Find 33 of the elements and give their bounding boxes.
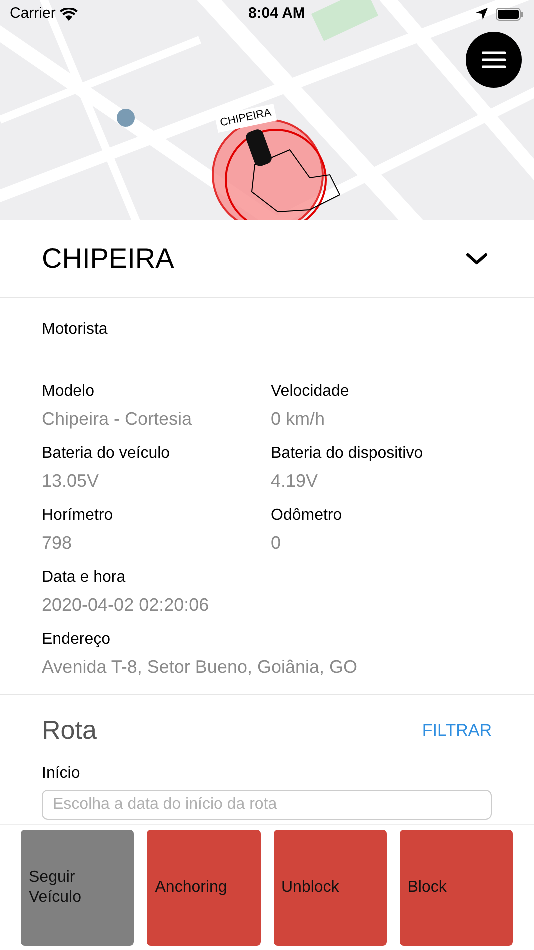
- clock-label: 8:04 AM: [248, 4, 306, 24]
- field-label: Bateria do dispositivo: [271, 444, 424, 464]
- field-label: Data e hora: [42, 568, 127, 588]
- field-label: Velocidade: [271, 382, 350, 402]
- field-value: 13.05V: [42, 470, 100, 493]
- field-label: Modelo: [42, 382, 96, 402]
- action-button[interactable]: Anchoring: [147, 830, 260, 946]
- route-title: Rota: [42, 714, 97, 747]
- field-label: Endereço: [42, 630, 112, 650]
- driver-label: Motorista: [42, 320, 109, 340]
- action-button[interactable]: Block: [400, 830, 513, 946]
- field-value: 0 km/h: [271, 408, 326, 431]
- field-value: 0: [271, 532, 282, 555]
- start-date-field[interactable]: Escolha a data do início da rota: [42, 790, 492, 820]
- field-label: Horímetro: [42, 506, 114, 526]
- field-label: Bateria do veículo: [42, 444, 172, 464]
- menu-icon: [482, 51, 506, 69]
- battery-icon: [496, 8, 524, 20]
- filter-button[interactable]: FILTRAR: [422, 718, 492, 744]
- chevron-icon: [466, 252, 488, 264]
- action-button[interactable]: Unblock: [274, 830, 387, 946]
- field-value: Avenida T-8, Setor Bueno, Goiânia, GO: [42, 656, 359, 679]
- carrier-label: Carrier: [10, 4, 56, 24]
- field-value: 2020-04-02 02:20:06: [42, 594, 210, 617]
- action-button[interactable]: Seguir Veículo: [21, 830, 134, 946]
- start-label: Início: [42, 764, 82, 784]
- field-label: Odômetro: [271, 506, 344, 526]
- location-icon: [476, 8, 488, 20]
- field-value: 798: [42, 532, 74, 555]
- field-value: 4.19V: [271, 470, 320, 493]
- vehicle-title: CHIPEIRA: [42, 242, 174, 276]
- field-value: Chipeira - Cortesia: [42, 408, 194, 431]
- wifi-icon: [60, 8, 78, 20]
